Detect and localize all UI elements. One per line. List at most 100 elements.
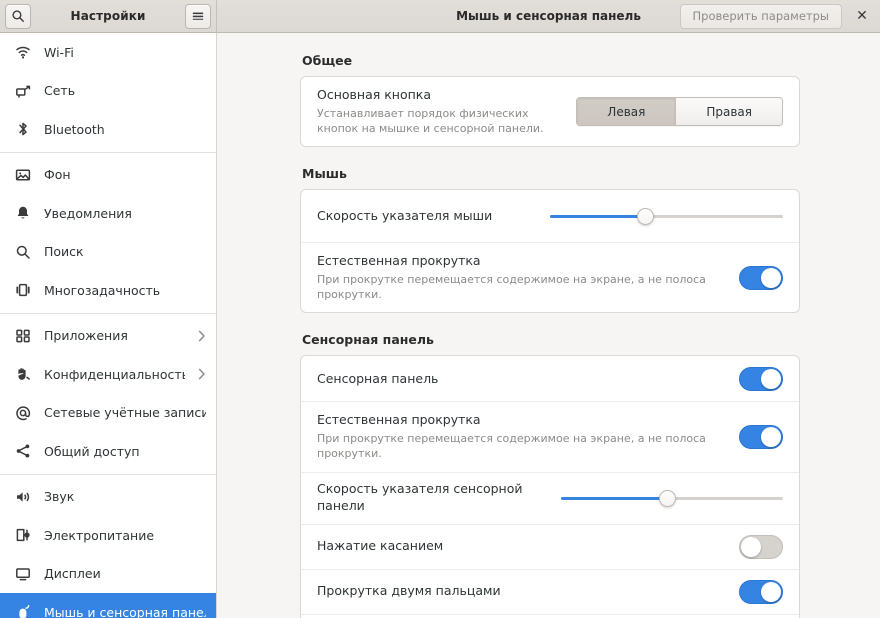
- sidebar-item-уведомления[interactable]: Уведомления: [0, 194, 216, 233]
- sidebar-separator: [0, 313, 216, 314]
- network-icon: [14, 82, 31, 99]
- sidebar-item-мышь-и-сенсорная-панель[interactable]: Мышь и сенсорная панель: [0, 593, 216, 618]
- slider-thumb[interactable]: [659, 490, 676, 507]
- toggle-switch[interactable]: [739, 367, 783, 391]
- mouse-icon: [14, 604, 31, 618]
- sidebar-item-label: Мышь и сенсорная панель: [44, 605, 206, 618]
- hamburger-menu-icon: [191, 10, 205, 22]
- toggle-switch[interactable]: [739, 266, 783, 290]
- sidebar-item-label: Поиск: [44, 244, 206, 259]
- check-settings-button[interactable]: Проверить параметры: [680, 4, 842, 29]
- sidebar-separator: [0, 152, 216, 153]
- sidebar-item-сетевые-учётные-записи[interactable]: Сетевые учётные записи: [0, 394, 216, 433]
- sidebar-item-label: Конфиденциальность: [44, 367, 185, 382]
- slider-track: [550, 215, 783, 218]
- row-text: Прокрутка двумя пальцами: [317, 583, 727, 600]
- toggle-switch[interactable]: [739, 425, 783, 449]
- speed-slider[interactable]: [550, 205, 783, 227]
- row-title: Прокрутка двумя пальцами: [317, 583, 727, 600]
- search-button[interactable]: [5, 4, 31, 29]
- settings-row: Участки прокрутки по краям: [301, 614, 799, 618]
- section-title: Сенсорная панель: [302, 332, 800, 347]
- settings-row: Скорость указателя мыши: [301, 190, 799, 242]
- settings-row: Основная кнопкаУстанавливает порядок физ…: [301, 77, 799, 146]
- row-text: Скорость указателя сенсорной панели: [317, 481, 549, 515]
- row-subtitle: При прокрутке перемещается содержимое на…: [317, 431, 727, 461]
- settings-row: Сенсорная панель: [301, 356, 799, 401]
- sidebar-item-wi-fi[interactable]: Wi-Fi: [0, 33, 216, 72]
- sidebar-item-label: Wi-Fi: [44, 45, 206, 60]
- sidebar-item-label: Дисплеи: [44, 566, 206, 581]
- header-sidebar-section: Настройки: [0, 0, 217, 32]
- section-touchpad: Сенсорная панель Сенсорная панель Естестве…: [300, 332, 800, 618]
- share-icon: [14, 443, 31, 460]
- settings-window: Настройки Мышь и сенсорная панель Провер…: [0, 0, 880, 618]
- section-mouse: МышьСкорость указателя мышиЕстественная …: [300, 166, 800, 313]
- power-plug-icon: [14, 527, 31, 544]
- sidebar-item-label: Фон: [44, 167, 206, 182]
- search-icon: [11, 9, 25, 23]
- sidebar-item-сеть[interactable]: Сеть: [0, 72, 216, 111]
- toggle-knob: [761, 427, 781, 447]
- sidebar-item-label: Многозадачность: [44, 283, 206, 298]
- slider-fill: [561, 497, 668, 500]
- sidebar-item-общий-доступ[interactable]: Общий доступ: [0, 432, 216, 471]
- settings-card: Основная кнопкаУстанавливает порядок физ…: [300, 76, 800, 147]
- row-text: Нажатие касанием: [317, 538, 727, 555]
- speed-slider[interactable]: [561, 487, 783, 509]
- sidebar-item-приложения[interactable]: Приложения: [0, 317, 216, 356]
- sidebar-separator: [0, 474, 216, 475]
- row-text: Сенсорная панель: [317, 371, 727, 388]
- toggle-knob: [741, 537, 761, 557]
- chevron-right-icon: [198, 368, 206, 380]
- sidebar-item-поиск[interactable]: Поиск: [0, 233, 216, 272]
- settings-sections: ОбщееОсновная кнопкаУстанавливает порядо…: [217, 33, 880, 618]
- close-icon[interactable]: ✕: [850, 4, 874, 29]
- sidebar-item-label: Звук: [44, 489, 206, 504]
- row-title: Естественная прокрутка: [317, 253, 727, 270]
- app-title: Настройки: [31, 9, 185, 23]
- sidebar-item-bluetooth[interactable]: Bluetooth: [0, 110, 216, 149]
- sidebar-item-label: Bluetooth: [44, 122, 206, 137]
- settings-row: Нажатие касанием: [301, 524, 799, 569]
- sidebar[interactable]: Wi-Fi Сеть Bluetooth Фон Уведомления Поиск Мно…: [0, 33, 217, 618]
- settings-row: Естественная прокрутка При прокрутке пере…: [301, 401, 799, 471]
- sidebar-item-многозадачность[interactable]: Многозадачность: [0, 271, 216, 310]
- at-sign-icon: [14, 404, 31, 421]
- toggle-knob: [761, 582, 781, 602]
- row-title: Основная кнопка: [317, 87, 564, 104]
- toggle-switch[interactable]: [739, 580, 783, 604]
- row-title: Нажатие касанием: [317, 538, 727, 555]
- segment-option-left[interactable]: Левая: [577, 98, 675, 125]
- background-image-icon: [14, 166, 31, 183]
- main-menu-button[interactable]: [185, 4, 211, 29]
- toggle-knob: [761, 268, 781, 288]
- toggle-switch[interactable]: [739, 535, 783, 559]
- slider-track: [561, 497, 783, 500]
- sidebar-item-звук[interactable]: Звук: [0, 478, 216, 517]
- sidebar-item-label: Приложения: [44, 328, 185, 343]
- segment-option-right[interactable]: Правая: [675, 98, 782, 125]
- settings-row: Естественная прокруткаПри прокрутке пере…: [301, 242, 799, 312]
- settings-card: Скорость указателя мыши Естественная прок…: [300, 189, 800, 313]
- row-title: Естественная прокрутка: [317, 412, 727, 429]
- slider-thumb[interactable]: [637, 208, 654, 225]
- primary-button-segmented-control[interactable]: ЛеваяПравая: [576, 97, 783, 126]
- slider-fill: [550, 215, 646, 218]
- speaker-icon: [14, 488, 31, 505]
- settings-row: Прокрутка двумя пальцами: [301, 569, 799, 614]
- header-bar: Настройки Мышь и сенсорная панель Провер…: [0, 0, 880, 33]
- sidebar-item-фон[interactable]: Фон: [0, 156, 216, 195]
- row-text: Естественная прокруткаПри прокрутке пере…: [317, 253, 727, 302]
- header-content-section: Мышь и сенсорная панель Проверить параме…: [217, 0, 880, 32]
- window-body: Wi-Fi Сеть Bluetooth Фон Уведомления Поиск Мно…: [0, 33, 880, 618]
- row-text: Основная кнопкаУстанавливает порядок физ…: [317, 87, 564, 136]
- row-title: Скорость указателя сенсорной панели: [317, 481, 549, 515]
- wifi-icon: [14, 44, 31, 61]
- sidebar-item-электропитание[interactable]: Электропитание: [0, 516, 216, 555]
- sidebar-item-дисплеи[interactable]: Дисплеи: [0, 555, 216, 594]
- hand-privacy-icon: [14, 366, 31, 383]
- section-general: ОбщееОсновная кнопкаУстанавливает порядо…: [300, 53, 800, 147]
- bell-icon: [14, 205, 31, 222]
- sidebar-item-конфиденциальность[interactable]: Конфиденциальность: [0, 355, 216, 394]
